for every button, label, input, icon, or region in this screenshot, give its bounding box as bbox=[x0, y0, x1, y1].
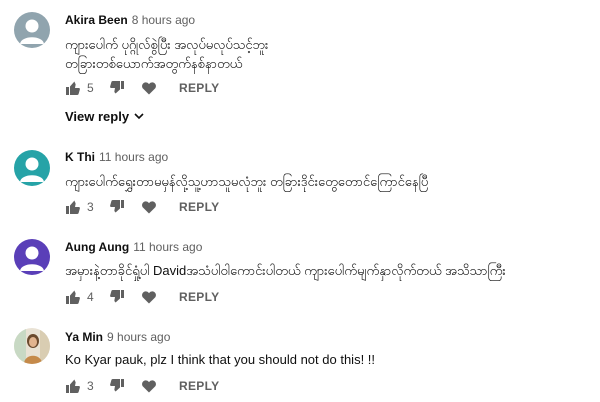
view-reply-button[interactable]: View reply bbox=[65, 109, 144, 124]
comment-text: ကျားပေါက် ပုဂ္ဂိုလ်စွဲပြီး အလုပ်မလုပ်သင့… bbox=[65, 35, 268, 73]
avatar[interactable] bbox=[14, 328, 50, 364]
thumbs-up-icon[interactable] bbox=[65, 199, 81, 215]
thumbs-up-icon[interactable] bbox=[65, 80, 81, 96]
comment-actions: 3 REPLY bbox=[65, 377, 219, 395]
default-avatar-icon bbox=[14, 239, 50, 275]
thumbs-down-icon[interactable] bbox=[109, 289, 125, 305]
comment-text-line: ကျားပေါက် ပုဂ္ဂိုလ်စွဲပြီး အလုပ်မလုပ်သင့… bbox=[65, 37, 269, 52]
view-reply-label: View reply bbox=[65, 109, 130, 124]
heart-icon[interactable] bbox=[141, 289, 157, 305]
reply-button[interactable]: REPLY bbox=[179, 200, 219, 214]
heart-icon[interactable] bbox=[141, 80, 157, 96]
comment-actions: 4 REPLY bbox=[65, 288, 219, 306]
comment-actions: 5 REPLY bbox=[65, 79, 219, 97]
comment-text: အမှားနဲ့တာခိုင်ရှုံ့ပါ Davidအသံပါဝါကောင်… bbox=[65, 261, 506, 280]
comment-text: ကျားပေါက်ရွှေးတာမမှန်လို့သူ့ဟာသူမလုံဘူး … bbox=[65, 172, 428, 191]
author-name[interactable]: K Thi bbox=[65, 150, 95, 164]
thumbs-down-icon[interactable] bbox=[109, 80, 125, 96]
comment-text-line: ကျားပေါက်ရွှေးတာမမှန်လို့သူ့ဟာသူမလုံဘူး … bbox=[65, 174, 429, 189]
author-name[interactable]: Akira Been bbox=[65, 13, 128, 27]
comment-actions: 3 REPLY bbox=[65, 198, 219, 216]
like-count: 3 bbox=[87, 379, 94, 393]
reply-button[interactable]: REPLY bbox=[179, 379, 219, 393]
thumbs-up-icon[interactable] bbox=[65, 289, 81, 305]
like-count: 4 bbox=[87, 290, 94, 304]
heart-icon[interactable] bbox=[141, 199, 157, 215]
thumbs-down-icon[interactable] bbox=[109, 378, 125, 394]
comment-text-line: Ko Kyar pauk, plz I think that you shoul… bbox=[65, 352, 376, 367]
comment-meta: Ya Min 9 hours ago bbox=[65, 330, 170, 344]
thumbs-down-icon[interactable] bbox=[109, 199, 125, 215]
avatar[interactable] bbox=[14, 239, 50, 275]
author-name[interactable]: Ya Min bbox=[65, 330, 103, 344]
comment-time[interactable]: 8 hours ago bbox=[132, 13, 195, 27]
default-avatar-icon bbox=[14, 150, 50, 186]
avatar[interactable] bbox=[14, 12, 50, 48]
chevron-down-icon bbox=[134, 113, 144, 120]
profile-photo-icon bbox=[14, 328, 50, 364]
reply-button[interactable]: REPLY bbox=[179, 81, 219, 95]
heart-icon[interactable] bbox=[141, 378, 157, 394]
comment-time[interactable]: 11 hours ago bbox=[133, 240, 202, 254]
comment-time[interactable]: 9 hours ago bbox=[107, 330, 170, 344]
like-count: 5 bbox=[87, 81, 94, 95]
default-avatar-icon bbox=[14, 12, 50, 48]
comment-text: Ko Kyar pauk, plz I think that you shoul… bbox=[65, 350, 375, 369]
author-name[interactable]: Aung Aung bbox=[65, 240, 129, 254]
avatar[interactable] bbox=[14, 150, 50, 186]
comment-meta: Akira Been 8 hours ago bbox=[65, 13, 195, 27]
reply-button[interactable]: REPLY bbox=[179, 290, 219, 304]
like-count: 3 bbox=[87, 200, 94, 214]
comment-text-line: တခြားတစ်ယောက်အတွက်နစ်နာတယ် bbox=[65, 56, 243, 71]
comment-text-line: အမှားနဲ့တာခိုင်ရှုံ့ပါ Davidအသံပါဝါကောင်… bbox=[65, 263, 506, 278]
thumbs-up-icon[interactable] bbox=[65, 378, 81, 394]
comment-meta: K Thi 11 hours ago bbox=[65, 150, 168, 164]
comment-meta: Aung Aung 11 hours ago bbox=[65, 240, 202, 254]
comment-time[interactable]: 11 hours ago bbox=[99, 150, 168, 164]
